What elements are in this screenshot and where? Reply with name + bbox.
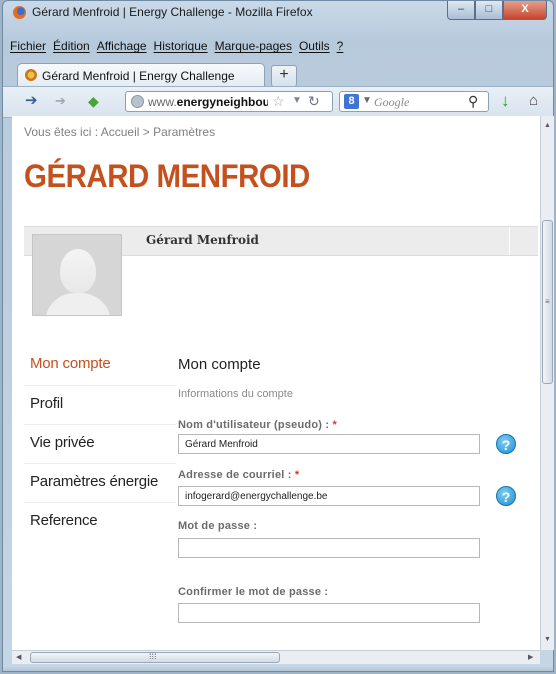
menu-fichier[interactable]: Fichier bbox=[10, 39, 46, 57]
avatar bbox=[32, 234, 122, 316]
profile-name: Gérard Menfroid bbox=[146, 233, 259, 247]
scroll-left-arrow-icon[interactable]: ◀ bbox=[16, 653, 21, 661]
scroll-up-arrow-icon[interactable]: ▲ bbox=[544, 122, 551, 129]
home-icon[interactable]: ⌂ bbox=[529, 92, 538, 109]
password-field[interactable] bbox=[178, 538, 480, 558]
window-bottom-border bbox=[3, 665, 553, 671]
forward-arrow-icon[interactable]: ➔ bbox=[55, 93, 66, 109]
side-item-profil[interactable]: Profil bbox=[24, 385, 176, 424]
reload-icon[interactable]: ↻ bbox=[308, 93, 320, 110]
side-item-mon-compte[interactable]: Mon compte bbox=[24, 346, 176, 385]
search-bar[interactable]: 8 ▼ Google ⚲ bbox=[339, 91, 489, 112]
required-marker: * bbox=[294, 469, 300, 481]
side-item-parametres-energie[interactable]: Paramètres énergie bbox=[24, 463, 176, 502]
bookmark-star-icon[interactable]: ☆ bbox=[272, 93, 285, 110]
grip-icon: ≡ bbox=[545, 297, 550, 306]
page-title: GÉRARD MENFROID bbox=[24, 158, 310, 194]
email-help-icon[interactable]: ? bbox=[496, 486, 516, 506]
download-arrow-icon[interactable]: ↓ bbox=[501, 91, 510, 111]
site-favicon-icon bbox=[25, 69, 37, 81]
breadcrumb: Vous êtes ici : Accueil > Paramètres bbox=[24, 125, 216, 139]
confirm-password-field[interactable] bbox=[178, 603, 480, 623]
search-placeholder: Google bbox=[374, 95, 410, 109]
menu-marque-pages[interactable]: Marque-pages bbox=[215, 39, 292, 57]
tab-label: Gérard Menfroid | Energy Challenge bbox=[42, 69, 235, 83]
url-bar[interactable]: www.energyneighbou ☆ ▼ ↻ bbox=[125, 91, 333, 112]
horizontal-scrollbar[interactable]: ◀ ⁞⁞⁞ ▶ bbox=[12, 650, 540, 664]
section-subtitle: Informations du compte bbox=[178, 388, 293, 400]
username-field[interactable] bbox=[178, 434, 480, 454]
username-label: Nom d'utilisateur (pseudo) : * bbox=[178, 419, 337, 431]
globe-icon bbox=[131, 95, 144, 108]
search-icon[interactable]: ⚲ bbox=[468, 93, 478, 110]
menu-historique[interactable]: Historique bbox=[154, 39, 208, 57]
menu-help[interactable]: ? bbox=[337, 39, 344, 57]
menu-edition[interactable]: Édition bbox=[53, 39, 90, 57]
settings-side-menu: Mon compte Profil Vie privée Paramètres … bbox=[24, 346, 176, 541]
back-arrow-icon[interactable]: ➔ bbox=[25, 93, 38, 109]
password-label: Mot de passe : bbox=[178, 520, 258, 532]
tab-bar: Gérard Menfroid | Energy Challenge + bbox=[3, 60, 553, 87]
url-text: www.energyneighbou bbox=[148, 95, 268, 109]
grip-icon: ⁞⁞⁞ bbox=[149, 651, 157, 661]
close-button[interactable]: X bbox=[503, 1, 547, 20]
section-title: Mon compte bbox=[178, 356, 261, 373]
window-controls: – □ X bbox=[447, 1, 547, 20]
maximize-button[interactable]: □ bbox=[475, 1, 503, 20]
scroll-right-arrow-icon[interactable]: ▶ bbox=[528, 653, 533, 661]
side-item-vie-privee[interactable]: Vie privée bbox=[24, 424, 176, 463]
username-help-icon[interactable]: ? bbox=[496, 434, 516, 454]
vertical-scrollbar[interactable]: ▲ ≡ ▼ bbox=[540, 116, 554, 650]
page-viewport: Vous êtes ici : Accueil > Paramètres GÉR… bbox=[12, 116, 540, 650]
side-item-reference[interactable]: Reference bbox=[24, 502, 176, 541]
navigation-toolbar: ➔ ➔ ◆ www.energyneighbou ☆ ▼ ↻ 8 ▼ Googl… bbox=[3, 86, 553, 118]
title-bar: Gérard Menfroid | Energy Challenge - Moz… bbox=[3, 1, 553, 23]
vertical-scroll-thumb[interactable]: ≡ bbox=[542, 220, 553, 384]
email-field[interactable] bbox=[178, 486, 480, 506]
window-title: Gérard Menfroid | Energy Challenge - Moz… bbox=[32, 5, 313, 19]
avatar-head-icon bbox=[60, 249, 96, 293]
profile-bar-divider bbox=[509, 227, 510, 255]
firefox-logo-icon bbox=[13, 6, 26, 19]
url-dropdown-icon[interactable]: ▼ bbox=[292, 95, 302, 106]
addon-diamond-icon[interactable]: ◆ bbox=[88, 93, 99, 109]
new-tab-button[interactable]: + bbox=[271, 65, 297, 87]
email-label: Adresse de courriel : * bbox=[178, 469, 300, 481]
engine-dropdown-icon[interactable]: ▼ bbox=[362, 95, 372, 106]
menu-affichage[interactable]: Affichage bbox=[97, 39, 147, 57]
minimize-button[interactable]: – bbox=[447, 1, 475, 20]
menu-outils[interactable]: Outils bbox=[299, 39, 330, 57]
confirm-password-label: Confirmer le mot de passe : bbox=[178, 586, 329, 598]
scroll-down-arrow-icon[interactable]: ▼ bbox=[544, 636, 551, 643]
horizontal-scroll-thumb[interactable]: ⁞⁞⁞ bbox=[30, 651, 280, 663]
menu-bar: Fichier Édition Affichage Historique Mar… bbox=[3, 39, 553, 57]
required-marker: * bbox=[332, 419, 337, 431]
avatar-body-icon bbox=[45, 293, 111, 315]
google-engine-icon[interactable]: 8 bbox=[344, 94, 359, 109]
tab-energy-challenge[interactable]: Gérard Menfroid | Energy Challenge bbox=[17, 63, 265, 87]
